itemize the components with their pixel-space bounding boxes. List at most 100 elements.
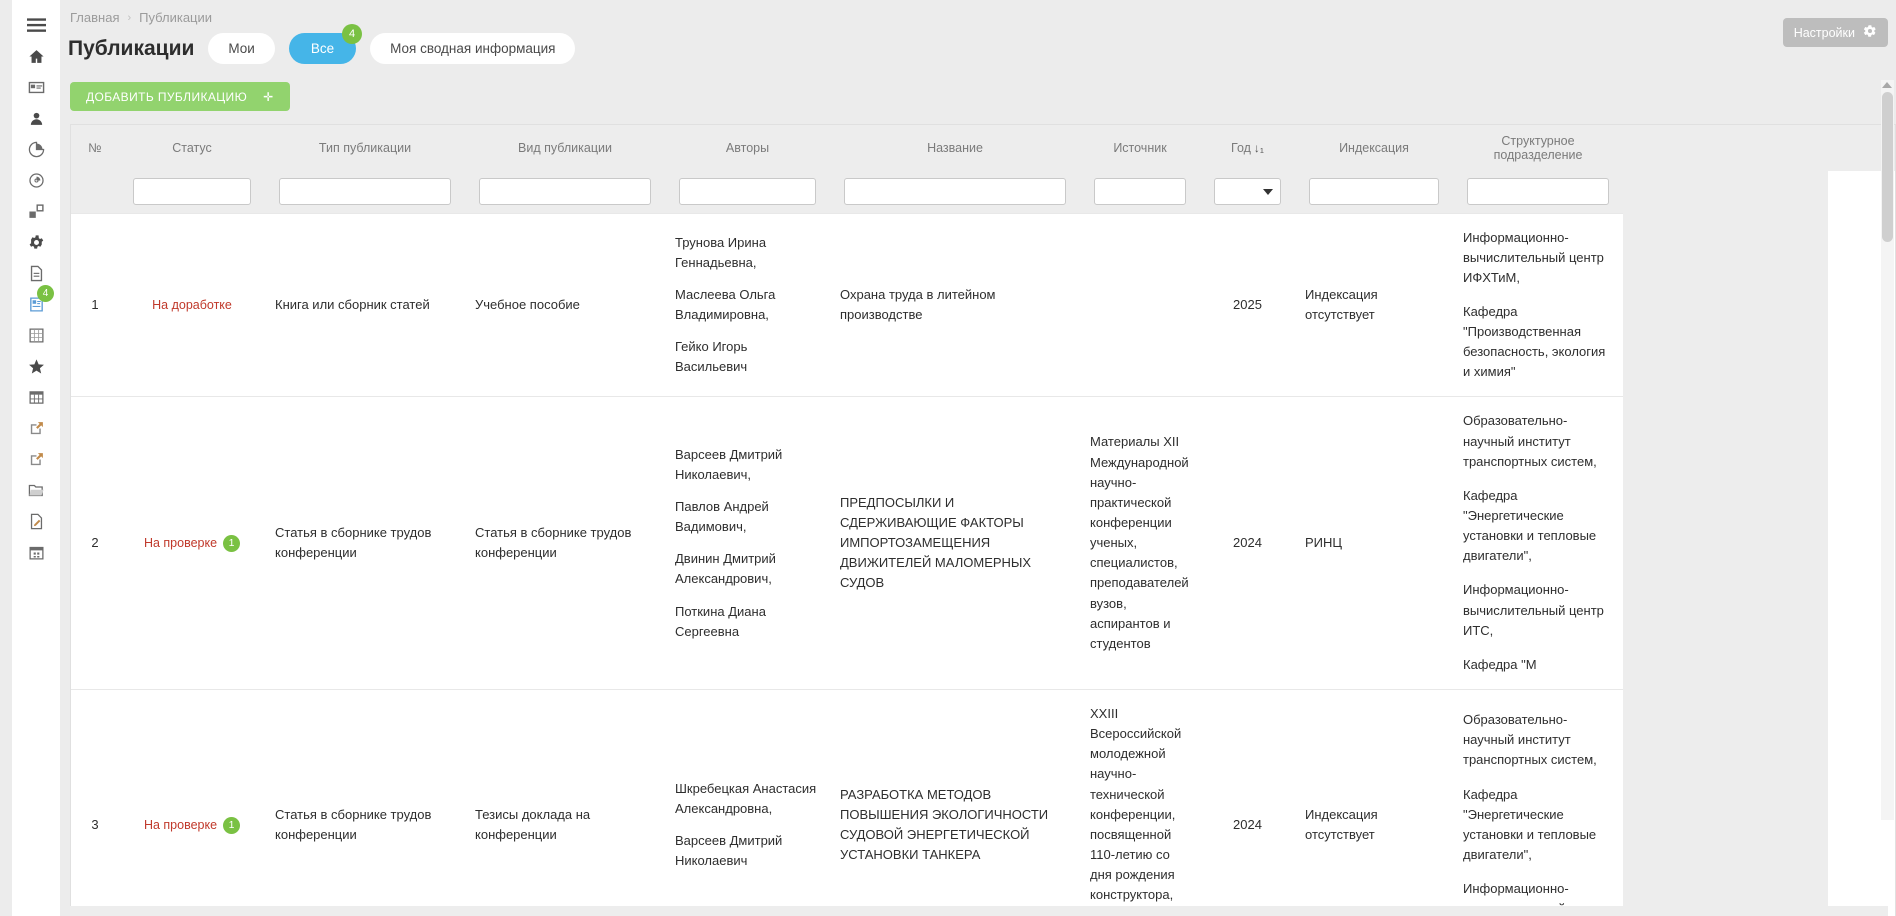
column-header-label: Год	[1231, 141, 1251, 155]
sidebar-item-grid[interactable]	[12, 320, 60, 351]
breadcrumb-separator-icon: ›	[127, 11, 132, 24]
table-header: № Статус Тип публикации Вид публикации Автор…	[71, 125, 1623, 171]
filter-cell-status	[119, 171, 265, 213]
column-header-num[interactable]: №	[71, 125, 119, 171]
sidebar-item-external-1[interactable]	[12, 413, 60, 444]
dept-name: Кафедра "Энергетические установки и тепл…	[1463, 786, 1597, 863]
filter-input-authors[interactable]	[679, 178, 816, 206]
user-icon	[28, 110, 45, 127]
sidebar-item-reports[interactable]	[12, 165, 60, 196]
column-header-title[interactable]: Название	[830, 125, 1080, 171]
id-card-icon	[28, 79, 45, 96]
table-header-row: № Статус Тип публикации Вид публикации Автор…	[71, 125, 1623, 171]
filter-cell-num	[71, 171, 119, 213]
sidebar-item-favorites[interactable]	[12, 351, 60, 382]
sidebar-item-external-2[interactable]	[12, 444, 60, 475]
column-header-label: Авторы	[725, 141, 770, 155]
breadcrumb-current: Публикации	[139, 10, 213, 25]
cell-type: Книга или сборник статей	[265, 212, 465, 397]
cell-dept: Информационно-вычислительный центр ИФХТи…	[1453, 212, 1623, 397]
sidebar-item-home[interactable]	[12, 41, 60, 72]
cell-index: Индексация отсутствует	[1295, 689, 1453, 915]
status-count-badge: 1	[223, 816, 241, 834]
cell-year: 2025	[1200, 212, 1295, 397]
sidebar-item-modules[interactable]	[12, 196, 60, 227]
filter-input-type[interactable]	[279, 178, 451, 206]
column-header-status[interactable]: Статус	[119, 125, 265, 171]
filter-input-status[interactable]	[133, 178, 251, 206]
publications-table-container[interactable]: № Статус Тип публикации Вид публикации Автор…	[70, 124, 1888, 916]
table-body: 1 На доработке Книга или сборник статей Уче…	[71, 212, 1623, 915]
sort-descending-icon[interactable]: ↓₁	[1254, 141, 1264, 155]
settings-button[interactable]: Настройки	[1782, 18, 1888, 47]
column-header-authors[interactable]: Авторы	[665, 125, 830, 171]
blocks-icon	[28, 203, 45, 220]
author-name: Поткина Диана Сергеевна	[675, 603, 766, 639]
sidebar-item-documents[interactable]	[12, 258, 60, 289]
column-header-index[interactable]: Индексация	[1295, 125, 1453, 171]
tab-label: Все	[310, 41, 335, 56]
tab-3[interactable]: Моя сводная информация	[370, 33, 576, 64]
cell-status: На проверке 1	[119, 689, 265, 915]
author-name: Трунова Ирина Геннадьевна,	[675, 234, 767, 270]
cell-title: РАЗРАБОТКА МЕТОДОВ ПОВЫШЕНИЯ ЭКОЛОГИЧНОС…	[830, 689, 1080, 915]
author-name: Варсеев Дмитрий Николаевич,	[675, 446, 783, 482]
horizontal-scrollbar[interactable]	[70, 906, 1888, 916]
gear-icon	[28, 234, 45, 251]
dept-name: Информационно-вычислительный центр ИТС,	[1463, 582, 1604, 638]
table-row[interactable]: 1 На доработке Книга или сборник статей Уче…	[71, 212, 1623, 397]
sidebar-item-tables[interactable]	[12, 382, 60, 413]
column-header-source[interactable]: Источник	[1080, 125, 1200, 171]
cell-num: 2	[71, 396, 119, 690]
filter-cell-title	[830, 171, 1080, 213]
breadcrumb: Главная › Публикации	[70, 10, 212, 25]
sidebar-item-analytics[interactable]	[12, 134, 60, 165]
sidebar-item-folder[interactable]	[12, 475, 60, 506]
cell-year: 2024	[1200, 396, 1295, 690]
sidebar-item-edit[interactable]	[12, 506, 60, 537]
cell-authors: Шкребецкая Анастасия Александровна, Варсе…	[665, 689, 830, 915]
calendar-icon	[28, 544, 45, 561]
vertical-scrollbar-thumb[interactable]	[1882, 92, 1893, 242]
filter-cell-year	[1200, 171, 1295, 213]
sidebar-item-profile-card[interactable]	[12, 72, 60, 103]
main-content: Главная › Публикации Настройки Публикаци…	[60, 0, 1896, 916]
table-row[interactable]: 2 На проверке 1 Статья в сборнике трудов ко…	[71, 396, 1623, 690]
status-badge[interactable]: На проверке	[144, 818, 217, 832]
document-icon	[28, 265, 45, 282]
column-header-type[interactable]: Тип публикации	[265, 125, 465, 171]
column-header-label: Индексация	[1339, 141, 1409, 155]
column-header-dept[interactable]: Структурное подразделение	[1453, 125, 1623, 171]
filter-input-dept[interactable]	[1467, 178, 1609, 206]
add-publication-button[interactable]: ДОБАВИТЬ ПУБЛИКАЦИЮ ✛	[70, 82, 290, 111]
table-row[interactable]: 3 На проверке 1 Статья в сборнике трудов ко…	[71, 689, 1623, 915]
filter-input-index[interactable]	[1309, 178, 1439, 206]
filter-input-source[interactable]	[1094, 178, 1186, 206]
column-header-year[interactable]: Год ↓₁	[1200, 125, 1295, 171]
sidebar-item-calendar[interactable]	[12, 537, 60, 568]
scroll-up-arrow-icon[interactable]	[1882, 82, 1892, 88]
filter-input-title[interactable]	[844, 178, 1066, 206]
plus-icon: ✛	[263, 89, 274, 104]
sidebar-item-user[interactable]	[12, 103, 60, 134]
status-badge[interactable]: На доработке	[152, 298, 232, 312]
breadcrumb-home[interactable]: Главная	[70, 10, 119, 25]
sidebar-item-publications[interactable]: 4	[12, 285, 60, 320]
filter-input-kind[interactable]	[479, 178, 651, 206]
filter-select-year[interactable]	[1214, 178, 1281, 206]
cell-authors: Варсеев Дмитрий Николаевич, Павлов Андрей…	[665, 396, 830, 690]
menu-toggle[interactable]	[12, 10, 60, 41]
tab-1[interactable]: Мои	[208, 33, 275, 64]
sidebar-item-settings[interactable]	[12, 227, 60, 258]
cell-index: РИНЦ	[1295, 396, 1453, 690]
add-publication-label: ДОБАВИТЬ ПУБЛИКАЦИЮ	[86, 89, 248, 104]
cell-dept: Образовательно-научный институт транспор…	[1453, 396, 1623, 690]
cell-status: На доработке	[119, 212, 265, 397]
status-badge[interactable]: На проверке	[144, 536, 217, 550]
cell-source: XXIII Всероссийской молодежной научно-те…	[1080, 689, 1200, 915]
cell-authors: Трунова Ирина Геннадьевна, Маслеева Ольга…	[665, 212, 830, 397]
column-header-kind[interactable]: Вид публикации	[465, 125, 665, 171]
author-name: Варсеев Дмитрий Николаевич	[675, 832, 783, 869]
tab-2[interactable]: Все 4	[288, 24, 363, 64]
tab-label: Моя сводная информация	[390, 41, 556, 56]
